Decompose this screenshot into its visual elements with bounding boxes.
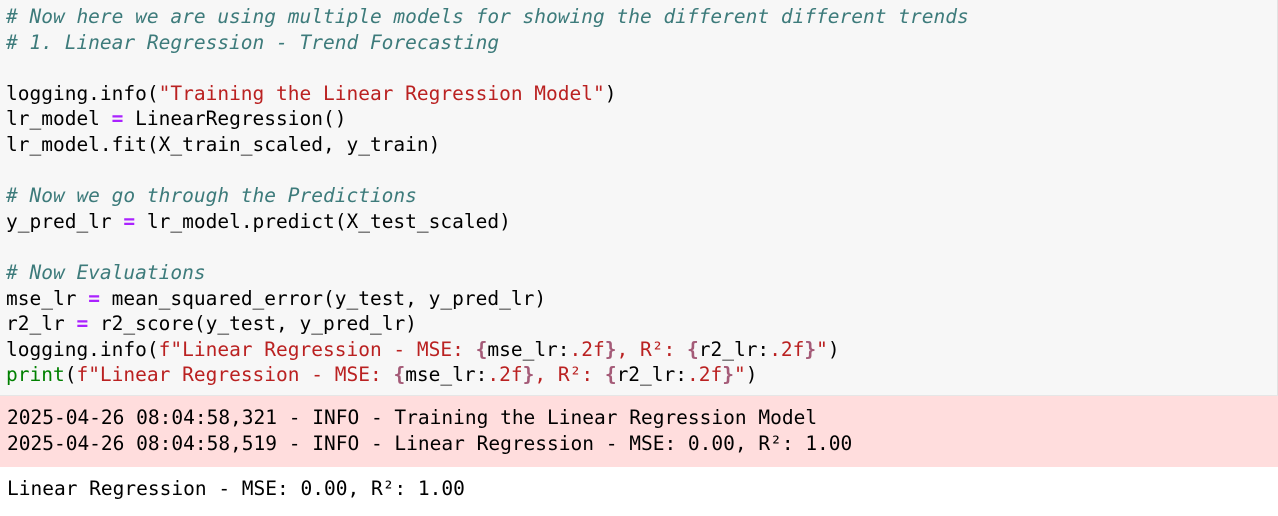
fstring-brace: }: [604, 337, 617, 361]
code-token: LinearRegression(): [123, 107, 347, 131]
code-line: r2_lr = r2_score(y_test, y_pred_lr): [6, 311, 417, 337]
code-token: logging.info(: [6, 337, 159, 361]
code-token: (: [64, 363, 77, 387]
code-token: ): [745, 363, 758, 387]
format-spec: .2f: [769, 337, 805, 361]
format-spec: .2f: [487, 363, 523, 387]
fstring-brace: {: [686, 337, 699, 361]
code-line: mse_lr = mean_squared_error(y_test, y_pr…: [6, 286, 546, 312]
code-comment-line: # Now Evaluations: [6, 261, 206, 284]
fstring-literal: f"Linear Regression - MSE:: [158, 337, 476, 361]
code-line: logging.info("Training the Linear Regres…: [6, 81, 617, 107]
fstring-literal: , R²:: [534, 363, 605, 387]
log-line: 2025-04-26 08:04:58,321 - INFO - Trainin…: [7, 406, 818, 429]
code-line: logging.info(f"Linear Regression - MSE: …: [6, 337, 840, 363]
code-token: r2_lr: [6, 312, 77, 336]
code-line: y_pred_lr = lr_model.predict(X_test_scal…: [6, 209, 511, 235]
code-token: lr_model.predict(X_test_scaled): [135, 209, 511, 233]
code-token: logging.info(: [6, 81, 159, 105]
code-line: lr_model = LinearRegression(): [6, 106, 346, 132]
code-token: ): [604, 81, 617, 105]
code-line: print(f"Linear Regression - MSE: {mse_lr…: [6, 362, 758, 388]
fstring-literal: f"Linear Regression - MSE:: [76, 363, 394, 387]
code-line: lr_model.fit(X_train_scaled, y_train): [6, 133, 441, 156]
print-output-line: Linear Regression - MSE: 0.00, R²: 1.00: [7, 477, 465, 500]
fstring-brace: }: [722, 363, 734, 387]
fstring-brace: {: [475, 337, 488, 361]
format-spec: .2f: [687, 363, 723, 387]
log-line: 2025-04-26 08:04:58,519 - INFO - Linear …: [7, 432, 853, 455]
fstring-literal: ": [734, 363, 746, 387]
assign-operator: =: [88, 286, 100, 310]
fstring-literal: , R²:: [616, 337, 687, 361]
code-token: ): [827, 337, 840, 361]
fstring-brace: {: [604, 363, 617, 387]
code-token: y_pred_lr: [6, 209, 124, 233]
fstring-expr: mse_lr:: [405, 363, 488, 387]
code-token: r2_score(y_test, y_pred_lr): [88, 312, 417, 336]
stderr-output-area: 2025-04-26 08:04:58,321 - INFO - Trainin…: [0, 396, 1278, 467]
code-cell-input[interactable]: # Now here we are using multiple models …: [0, 0, 1278, 396]
assign-operator: =: [123, 209, 136, 233]
stdout-output-area: Linear Regression - MSE: 0.00, R²: 1.00: [0, 467, 1278, 516]
string-literal: "Training the Linear Regression Model": [158, 81, 605, 105]
code-comment-line: # Now we go through the Predictions: [6, 184, 417, 208]
fstring-literal: ": [816, 337, 828, 361]
code-token: mse_lr: [6, 286, 89, 310]
fstring-expr: r2_lr:: [616, 363, 688, 387]
assign-operator: =: [111, 107, 124, 131]
builtin-print: print: [6, 363, 65, 387]
code-comment-line: # Now here we are using multiple models …: [6, 5, 969, 28]
fstring-brace: {: [393, 363, 406, 387]
fstring-expr: mse_lr:: [487, 337, 570, 361]
fstring-expr: r2_lr:: [698, 337, 770, 361]
code-token: lr_model: [6, 107, 112, 131]
fstring-brace: }: [522, 363, 535, 387]
fstring-brace: }: [804, 337, 817, 361]
code-comment-line: # 1. Linear Regression - Trend Forecasti…: [6, 30, 500, 54]
assign-operator: =: [76, 312, 89, 336]
code-token: mean_squared_error(y_test, y_pred_lr): [99, 286, 547, 310]
format-spec: .2f: [569, 337, 605, 361]
